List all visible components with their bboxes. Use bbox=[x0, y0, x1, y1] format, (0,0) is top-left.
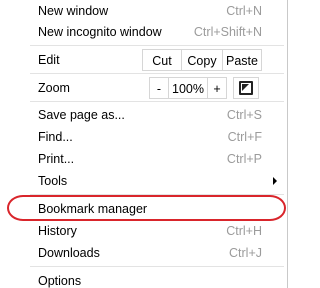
menu-item-label: Tools bbox=[38, 174, 68, 188]
menu-item-shortcut: Ctrl+S bbox=[226, 108, 262, 122]
menu-item-label: Find... bbox=[38, 130, 73, 144]
menu-separator bbox=[30, 101, 284, 102]
annotation-highlight-oval bbox=[7, 195, 286, 221]
edit-label: Edit bbox=[38, 53, 60, 67]
menu-item-shortcut: Ctrl+N bbox=[226, 4, 262, 18]
zoom-out-button[interactable]: - bbox=[149, 77, 169, 99]
menu-row-zoom: Zoom - 100% + bbox=[0, 76, 287, 100]
fullscreen-button[interactable] bbox=[233, 77, 259, 99]
menu-item-label: Save page as... bbox=[38, 108, 125, 122]
browser-menu: New window Ctrl+N New incognito window C… bbox=[0, 0, 288, 288]
menu-separator bbox=[30, 266, 284, 267]
menu-item-label: Print... bbox=[38, 152, 75, 166]
menu-item-label: New incognito window bbox=[38, 25, 162, 39]
menu-item-print[interactable]: Print... Ctrl+P bbox=[0, 148, 287, 170]
menu-item-shortcut: Ctrl+F bbox=[227, 130, 262, 144]
menu-item-shortcut: Ctrl+Shift+N bbox=[193, 25, 262, 39]
menu-separator bbox=[30, 73, 284, 74]
menu-item-new-window[interactable]: New window Ctrl+N bbox=[0, 0, 287, 22]
paste-button[interactable]: Paste bbox=[222, 49, 262, 71]
menu-item-new-incognito-window[interactable]: New incognito window Ctrl+Shift+N bbox=[0, 21, 287, 43]
menu-item-label: Downloads bbox=[38, 246, 100, 260]
menu-item-label: Options bbox=[38, 274, 82, 288]
menu-item-shortcut: Ctrl+P bbox=[226, 152, 262, 166]
menu-item-history[interactable]: History Ctrl+H bbox=[0, 220, 287, 242]
menu-item-find[interactable]: Find... Ctrl+F bbox=[0, 126, 287, 148]
submenu-arrow-icon bbox=[273, 177, 277, 185]
menu-item-shortcut: Ctrl+J bbox=[229, 246, 262, 260]
menu-row-edit: Edit Cut Copy Paste bbox=[0, 48, 287, 72]
menu-item-options[interactable]: Options bbox=[0, 270, 287, 288]
menu-item-save-page[interactable]: Save page as... Ctrl+S bbox=[0, 104, 287, 126]
menu-item-label: New window bbox=[38, 4, 109, 18]
menu-separator bbox=[30, 45, 284, 46]
fullscreen-icon bbox=[239, 81, 253, 95]
zoom-label: Zoom bbox=[38, 81, 70, 95]
menu-item-downloads[interactable]: Downloads Ctrl+J bbox=[0, 242, 287, 264]
cut-button[interactable]: Cut bbox=[142, 49, 182, 71]
zoom-in-button[interactable]: + bbox=[207, 77, 227, 99]
copy-button[interactable]: Copy bbox=[181, 49, 223, 71]
zoom-level: 100% bbox=[168, 77, 208, 99]
menu-item-label: History bbox=[38, 224, 77, 238]
menu-item-shortcut: Ctrl+H bbox=[226, 224, 262, 238]
menu-item-tools[interactable]: Tools bbox=[0, 170, 287, 192]
